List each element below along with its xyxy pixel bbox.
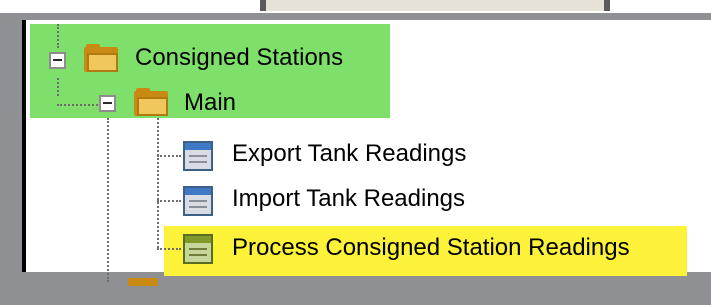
collapse-main-toggle[interactable] <box>99 95 116 112</box>
tree-line <box>57 78 59 96</box>
report-icon <box>183 141 213 171</box>
top-strip <box>0 0 711 13</box>
folder-open-icon <box>134 88 168 116</box>
report-icon <box>183 186 213 216</box>
report-icon <box>183 234 213 264</box>
tree-node-export-tank-readings[interactable]: Export Tank Readings <box>232 139 466 169</box>
tree-line <box>157 248 181 250</box>
tree-line <box>157 155 181 157</box>
tree-line <box>57 24 59 48</box>
collapse-consigned-stations-toggle[interactable] <box>49 52 66 69</box>
tree-node-consigned-stations[interactable]: Consigned Stations <box>135 43 343 73</box>
panel-border <box>22 20 26 272</box>
tree-line <box>157 118 159 248</box>
tree-node-import-tank-readings[interactable]: Import Tank Readings <box>232 184 465 214</box>
tree-line <box>107 118 109 282</box>
window-tab <box>260 0 610 11</box>
folder-open-icon <box>84 44 118 72</box>
tree-line <box>57 104 105 106</box>
tree-line <box>157 200 181 202</box>
tree-node-main[interactable]: Main <box>184 88 236 118</box>
tree-node-process-consigned-station-readings[interactable]: Process Consigned Station Readings <box>232 233 630 263</box>
folder-icon <box>128 278 158 286</box>
